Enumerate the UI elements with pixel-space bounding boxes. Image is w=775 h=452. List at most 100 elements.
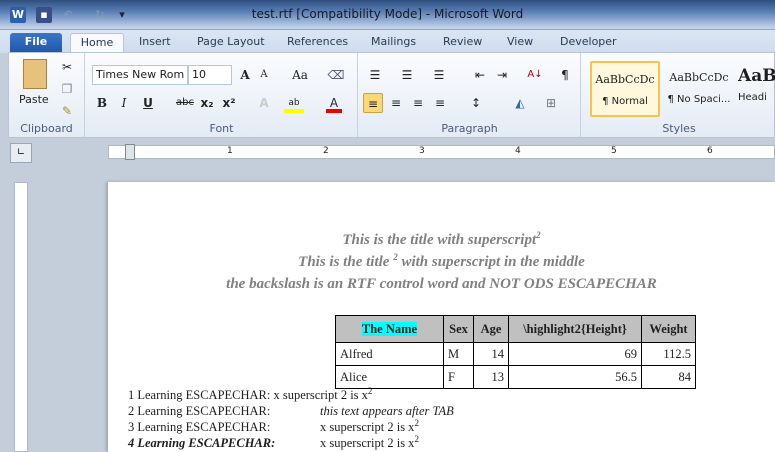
- styles-group: AaBbCcDc ¶ Normal AaBbCcDc ¶ No Spaci...…: [582, 53, 775, 137]
- show-formatting-icon[interactable]: ¶: [557, 65, 573, 85]
- style-no-spacing[interactable]: AaBbCcDc ¶ No Spaci...: [664, 61, 734, 117]
- increase-indent-icon[interactable]: ⇥: [493, 65, 511, 85]
- table-cell: Alice: [335, 365, 444, 389]
- tab-file[interactable]: File: [10, 33, 62, 53]
- line-spacing-icon[interactable]: ↕: [465, 93, 487, 113]
- text-effects-icon[interactable]: A: [254, 93, 274, 113]
- document-page[interactable]: This is the title with superscript2 This…: [108, 182, 775, 452]
- tab-view[interactable]: View: [501, 33, 539, 53]
- multilevel-list-icon[interactable]: ☰: [429, 65, 449, 85]
- window-title: test.rtf [Compatibility Mode] - Microsof…: [251, 7, 524, 21]
- bullets-icon[interactable]: ☰: [365, 65, 385, 85]
- doc-title-2: This is the title 2 with superscript in …: [298, 252, 585, 271]
- list-item: 3 Learning ESCAPECHAR: x superscript 2 is…: [128, 417, 419, 434]
- align-right-button[interactable]: ≡: [409, 93, 427, 113]
- shading-icon[interactable]: ◭: [509, 93, 531, 113]
- tab-review[interactable]: Review: [437, 33, 488, 53]
- list-item: 1 Learning ESCAPECHAR: x superscript 2 i…: [128, 385, 373, 402]
- justify-button[interactable]: ≡: [431, 93, 449, 113]
- horizontal-ruler[interactable]: 1 2 3 4 5 6: [108, 144, 775, 160]
- vertical-ruler[interactable]: [14, 182, 28, 452]
- font-color-icon[interactable]: A: [326, 93, 342, 113]
- style-preview: AaBbCcDc: [669, 71, 729, 84]
- tab-home[interactable]: Home: [70, 33, 124, 53]
- table-cell: 84: [641, 365, 696, 389]
- clipboard-label: Clipboard: [20, 122, 73, 135]
- ruler-label: 1: [227, 146, 233, 156]
- ribbon-tabs: File Home Insert Page Layout References …: [0, 30, 775, 53]
- table-row: Alice F 13 56.5 84: [335, 365, 696, 389]
- superscript-button[interactable]: x²: [220, 93, 238, 113]
- list-item: 2 Learning ESCAPECHAR: this text appears …: [128, 404, 454, 418]
- underline-button[interactable]: U: [140, 93, 156, 113]
- grow-font-icon[interactable]: A: [236, 65, 254, 85]
- decrease-indent-icon[interactable]: ⇤: [471, 65, 489, 85]
- style-name: ¶ Normal: [602, 96, 648, 107]
- font-size-select[interactable]: 10: [188, 65, 232, 85]
- ruler-label: 3: [419, 146, 425, 156]
- table-cell: 14: [473, 342, 509, 366]
- font-label: Font: [209, 122, 234, 135]
- indent-marker[interactable]: [125, 144, 135, 160]
- list-item: 4 Learning ESCAPECHAR: x superscript 2 is…: [128, 433, 419, 450]
- ruler-label: 6: [707, 146, 713, 156]
- ruler-label: 5: [611, 146, 617, 156]
- copy-icon[interactable]: ❐: [59, 79, 75, 99]
- doc-title-3: the backslash is an RTF control word and…: [226, 276, 657, 292]
- style-name: Headi: [738, 92, 767, 103]
- cut-icon[interactable]: ✂: [59, 57, 75, 77]
- highlight-color-icon[interactable]: ab: [284, 93, 304, 113]
- table-cell: Alfred: [335, 342, 444, 366]
- tab-developer[interactable]: Developer: [554, 33, 623, 53]
- borders-icon[interactable]: ⊞: [541, 93, 561, 113]
- column-header: Sex: [443, 315, 474, 343]
- style-normal[interactable]: AaBbCcDc ¶ Normal: [590, 61, 660, 117]
- tab-selector-button[interactable]: ∟: [10, 143, 32, 163]
- table-cell: 69: [508, 342, 642, 366]
- shrink-font-icon[interactable]: A: [256, 65, 272, 85]
- style-name: ¶ No Spaci...: [667, 94, 731, 105]
- font-name-select[interactable]: Times New Rom: [92, 65, 188, 85]
- title-bar: W ▪ ↶ ↻ ▾ test.rtf [Compatibility Mode] …: [0, 0, 775, 30]
- bold-button[interactable]: B: [94, 93, 110, 113]
- align-center-button[interactable]: ≡: [387, 93, 405, 113]
- align-left-button[interactable]: ≡: [363, 93, 383, 113]
- change-case-icon[interactable]: Aa: [288, 65, 312, 85]
- doc-title-1: This is the title with superscript2: [342, 230, 541, 249]
- column-header: Age: [473, 315, 509, 343]
- style-preview: AaBbCcDc: [595, 73, 655, 86]
- table-cell: 56.5: [508, 365, 642, 389]
- italic-button[interactable]: I: [116, 93, 132, 113]
- paste-icon[interactable]: [23, 59, 47, 89]
- table-cell: 13: [473, 365, 509, 389]
- table-cell: M: [443, 342, 474, 366]
- column-header: \highlight2{Height}: [508, 315, 642, 343]
- table-row: Alfred M 14 69 112.5: [335, 342, 696, 366]
- table-cell: F: [443, 365, 474, 389]
- clear-formatting-icon[interactable]: ⌫: [326, 65, 346, 85]
- data-table: The Name Sex Age \highlight2{Height} Wei…: [335, 315, 696, 389]
- paragraph-group: ☰ ☰ ☰ ⇤ ⇥ A↓ ¶ ≡ ≡ ≡ ≡ ↕ ◭ ⊞ Paragraph: [359, 53, 581, 137]
- paste-button[interactable]: Paste: [19, 93, 49, 106]
- column-header: The Name: [361, 321, 418, 336]
- ribbon: Paste ✂ ❐ ✎ Clipboard Times New Rom 10 A…: [8, 52, 775, 138]
- format-painter-icon[interactable]: ✎: [59, 101, 75, 121]
- numbering-icon[interactable]: ☰: [397, 65, 417, 85]
- tab-insert[interactable]: Insert: [133, 33, 177, 53]
- font-group: Times New Rom 10 A A Aa ⌫ B I U abc x₂ x…: [86, 53, 358, 137]
- table-header-row: The Name Sex Age \highlight2{Height} Wei…: [335, 315, 696, 343]
- paragraph-label: Paragraph: [441, 122, 498, 135]
- tab-references[interactable]: References: [281, 33, 354, 53]
- tab-page-layout[interactable]: Page Layout: [191, 33, 271, 53]
- table-cell: 112.5: [641, 342, 696, 366]
- clipboard-group: Paste ✂ ❐ ✎ Clipboard: [9, 53, 85, 137]
- styles-label: Styles: [662, 122, 696, 135]
- ruler-label: 2: [323, 146, 329, 156]
- strikethrough-button[interactable]: abc: [174, 93, 196, 113]
- ruler-label: 4: [515, 146, 521, 156]
- tab-mailings[interactable]: Mailings: [365, 33, 422, 53]
- subscript-button[interactable]: x₂: [198, 93, 216, 113]
- style-heading[interactable]: AaB Headi: [738, 61, 775, 117]
- style-preview: AaB: [738, 66, 775, 86]
- sort-icon[interactable]: A↓: [525, 65, 545, 85]
